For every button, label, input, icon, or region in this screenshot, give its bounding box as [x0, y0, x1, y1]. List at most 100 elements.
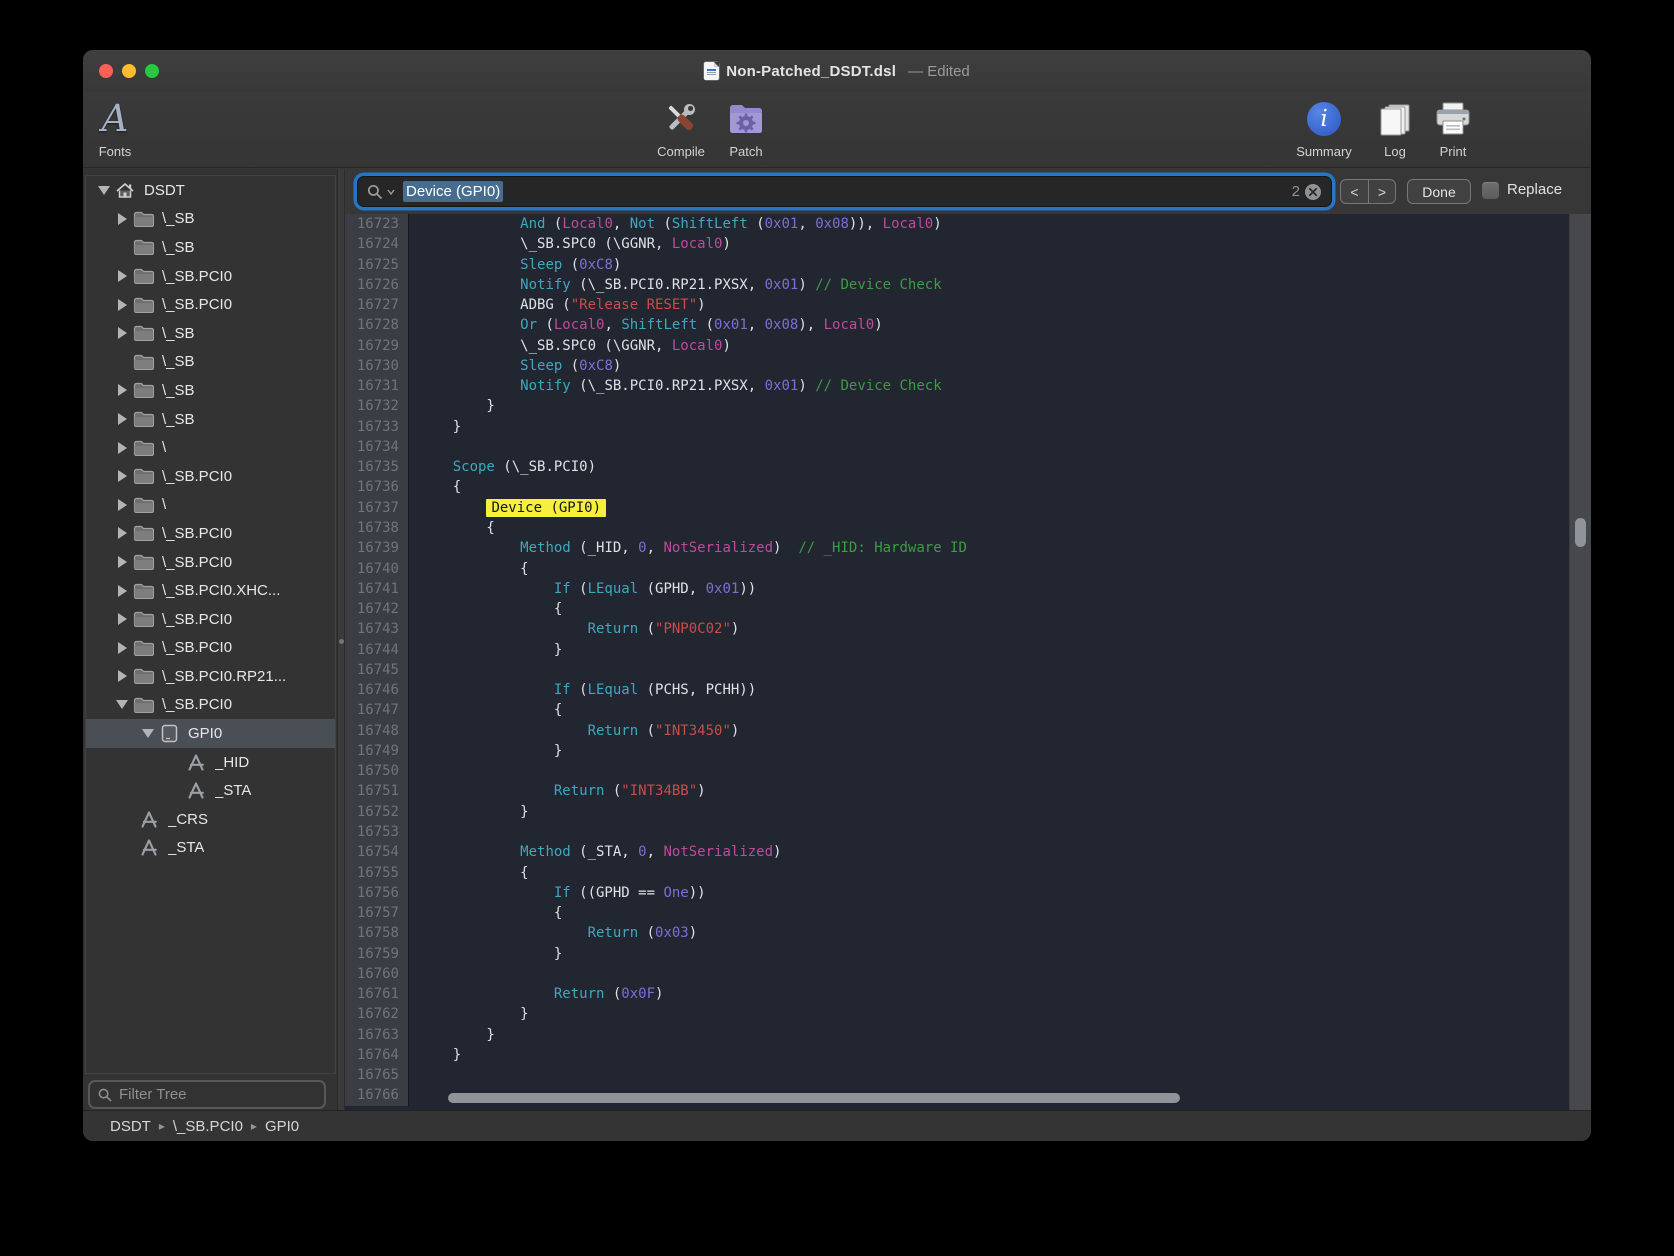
code-line-16740[interactable]: 16740 { [345, 559, 1591, 579]
code-line-16754[interactable]: 16754 Method (_STA, 0, NotSerialized) [345, 842, 1591, 862]
disclosure-closed-icon[interactable] [113, 413, 131, 425]
code-line-16752[interactable]: 16752 } [345, 802, 1591, 822]
code-line-16758[interactable]: 16758 Return (0x03) [345, 923, 1591, 943]
code-line-16735[interactable]: 16735 Scope (\_SB.PCI0) [345, 457, 1591, 477]
breadcrumb[interactable]: DSDT▸\_SB.PCI0▸GPI0 [83, 1110, 1591, 1141]
code-line-16724[interactable]: 16724 \_SB.SPC0 (\GGNR, Local0) [345, 234, 1591, 254]
splitter-handle[interactable] [339, 639, 344, 644]
code-line-16729[interactable]: 16729 \_SB.SPC0 (\GGNR, Local0) [345, 336, 1591, 356]
code-line-16738[interactable]: 16738 { [345, 518, 1591, 538]
tree-item-sb-pci0[interactable]: \_SB.PCI0 [86, 548, 335, 577]
tree-item-sb[interactable]: \_SB [86, 205, 335, 234]
disclosure-closed-icon[interactable] [113, 642, 131, 654]
tree-item-[interactable]: \ [86, 491, 335, 520]
code-line-16726[interactable]: 16726 Notify (\_SB.PCI0.RP21.PXSX, 0x01)… [345, 275, 1591, 295]
code-line-16723[interactable]: 16723 And (Local0, Not (ShiftLeft (0x01,… [345, 214, 1591, 234]
disclosure-closed-icon[interactable] [113, 585, 131, 597]
code-line-16764[interactable]: 16764 } [345, 1045, 1591, 1065]
disclosure-closed-icon[interactable] [113, 270, 131, 282]
tree-item-sb-pci0[interactable]: \_SB.PCI0 [86, 634, 335, 663]
code-line-16755[interactable]: 16755 { [345, 863, 1591, 883]
disclosure-open-icon[interactable] [139, 729, 157, 738]
tree-item-hid[interactable]: _HID [86, 748, 335, 777]
find-input[interactable]: Device (GPI0) 2 [357, 176, 1332, 207]
tree-item-sb-pci0[interactable]: \_SB.PCI0 [86, 519, 335, 548]
tree-item-gpi0[interactable]: GPI0 [86, 719, 335, 748]
code-line-16759[interactable]: 16759 } [345, 944, 1591, 964]
code-line-16760[interactable]: 16760 [345, 964, 1591, 984]
horizontal-scrollbar-thumb[interactable] [448, 1093, 1180, 1103]
tree-item-sb-pci0[interactable]: \_SB.PCI0 [86, 262, 335, 291]
code-line-16741[interactable]: 16741 If (LEqual (GPHD, 0x01)) [345, 579, 1591, 599]
find-previous-button[interactable]: < [1340, 179, 1368, 204]
code-line-16749[interactable]: 16749 } [345, 741, 1591, 761]
code-line-16753[interactable]: 16753 [345, 822, 1591, 842]
code-line-16765[interactable]: 16765 [345, 1065, 1591, 1085]
code-line-16750[interactable]: 16750 [345, 761, 1591, 781]
code-line-16728[interactable]: 16728 Or (Local0, ShiftLeft (0x01, 0x08)… [345, 315, 1591, 335]
disclosure-closed-icon[interactable] [113, 527, 131, 539]
code-line-16743[interactable]: 16743 Return ("PNP0C02") [345, 619, 1591, 639]
tree-item-sb-pci0[interactable]: \_SB.PCI0 [86, 462, 335, 491]
tree-item-sb-pci0-xhc[interactable]: \_SB.PCI0.XHC... [86, 576, 335, 605]
code-line-16762[interactable]: 16762 } [345, 1004, 1591, 1024]
disclosure-closed-icon[interactable] [113, 499, 131, 511]
tree-item-dsdt[interactable]: DSDT [86, 176, 335, 205]
disclosure-closed-icon[interactable] [113, 670, 131, 682]
code-line-16746[interactable]: 16746 If (LEqual (PCHS, PCHH)) [345, 680, 1591, 700]
disclosure-closed-icon[interactable] [113, 299, 131, 311]
chevron-down-icon[interactable] [387, 189, 395, 195]
tree-item-sb[interactable]: \_SB [86, 233, 335, 262]
done-button[interactable]: Done [1407, 179, 1471, 204]
breadcrumb-segment[interactable]: GPI0 [265, 1118, 299, 1135]
breadcrumb-segment[interactable]: DSDT [110, 1118, 151, 1135]
patch-button[interactable]: Patch [701, 96, 791, 159]
code-line-16725[interactable]: 16725 Sleep (0xC8) [345, 255, 1591, 275]
replace-checkbox[interactable] [1482, 182, 1499, 199]
tree-item-sta[interactable]: _STA [86, 776, 335, 805]
disclosure-closed-icon[interactable] [113, 213, 131, 225]
document-icon[interactable] [704, 62, 719, 80]
code-line-16761[interactable]: 16761 Return (0x0F) [345, 984, 1591, 1004]
disclosure-closed-icon[interactable] [113, 470, 131, 482]
code-line-16734[interactable]: 16734 [345, 437, 1591, 457]
code-line-16742[interactable]: 16742 { [345, 599, 1591, 619]
tree-item-sb[interactable]: \_SB [86, 319, 335, 348]
tree-item-sta[interactable]: _STA [86, 834, 335, 863]
disclosure-open-icon[interactable] [95, 186, 113, 195]
breadcrumb-segment[interactable]: \_SB.PCI0 [173, 1118, 243, 1135]
find-next-button[interactable]: > [1368, 179, 1396, 204]
code-line-16756[interactable]: 16756 If ((GPHD == One)) [345, 883, 1591, 903]
filter-tree-input[interactable]: Filter Tree [88, 1080, 326, 1109]
disclosure-closed-icon[interactable] [113, 442, 131, 454]
code-line-16757[interactable]: 16757 { [345, 903, 1591, 923]
tree-item-sb-pci0[interactable]: \_SB.PCI0 [86, 605, 335, 634]
disclosure-closed-icon[interactable] [113, 384, 131, 396]
disclosure-closed-icon[interactable] [113, 327, 131, 339]
tree-item-sb[interactable]: \_SB [86, 348, 335, 377]
code-line-16731[interactable]: 16731 Notify (\_SB.PCI0.RP21.PXSX, 0x01)… [345, 376, 1591, 396]
code-line-16733[interactable]: 16733 } [345, 417, 1591, 437]
code-line-16737[interactable]: 16737 Device (GPI0) [345, 498, 1591, 518]
tree-item-sb[interactable]: \_SB [86, 376, 335, 405]
code-line-16751[interactable]: 16751 Return ("INT34BB") [345, 781, 1591, 801]
disclosure-open-icon[interactable] [113, 700, 131, 709]
code-line-16748[interactable]: 16748 Return ("INT3450") [345, 721, 1591, 741]
titlebar[interactable]: Non-Patched_DSDT.dsl — Edited [83, 50, 1591, 92]
tree-item-sb-pci0[interactable]: \_SB.PCI0 [86, 290, 335, 319]
code-line-16736[interactable]: 16736 { [345, 477, 1591, 497]
code-line-16745[interactable]: 16745 [345, 660, 1591, 680]
vertical-scrollbar-thumb[interactable] [1575, 518, 1586, 547]
code-line-16744[interactable]: 16744 } [345, 640, 1591, 660]
code-line-16732[interactable]: 16732 } [345, 396, 1591, 416]
clear-search-icon[interactable] [1304, 183, 1322, 201]
fonts-button[interactable]: A Fonts [83, 96, 160, 159]
tree-item-sb-pci0-rp21[interactable]: \_SB.PCI0.RP21... [86, 662, 335, 691]
acpi-tree[interactable]: DSDT\_SB\_SB\_SB.PCI0\_SB.PCI0\_SB\_SB\_… [85, 175, 336, 1074]
pane-splitter[interactable] [337, 169, 345, 1110]
code-line-16739[interactable]: 16739 Method (_HID, 0, NotSerialized) //… [345, 538, 1591, 558]
code-line-16763[interactable]: 16763 } [345, 1025, 1591, 1045]
code-line-16730[interactable]: 16730 Sleep (0xC8) [345, 356, 1591, 376]
tree-item-sb[interactable]: \_SB [86, 405, 335, 434]
print-button[interactable]: Print [1408, 96, 1498, 159]
